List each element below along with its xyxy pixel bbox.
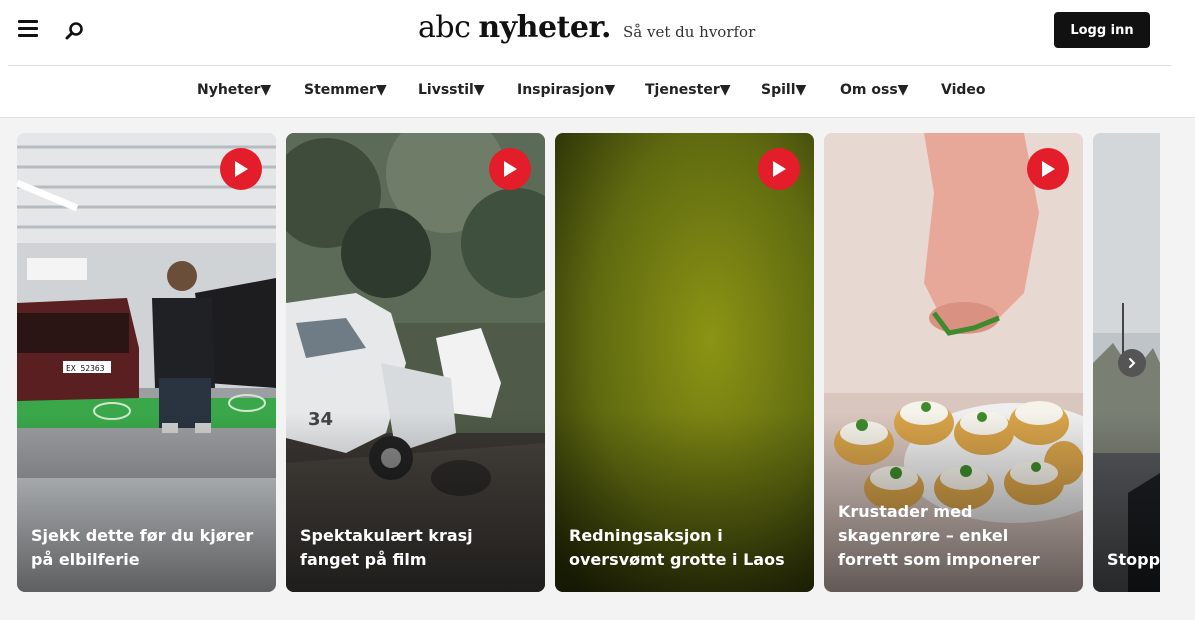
play-icon[interactable] [489,148,531,190]
nav-item-tjenester[interactable]: Tjenester▼ [645,82,731,98]
nav-item-video[interactable]: Video [941,82,986,98]
video-title: Spektakulært krasj fanget på film [300,526,473,569]
search-icon[interactable] [63,19,87,43]
video-card[interactable]: 34 Spektakulært krasj fanget på film [286,133,545,592]
site-logo[interactable]: abc nyheter. Så vet du hvorfor [418,10,755,50]
video-title: Redningsaksjon i oversvømt grotte i Laos [569,526,785,569]
video-card[interactable]: Redningsaksjon i oversvømt grotte i Laos [555,133,814,592]
play-icon[interactable] [1027,148,1069,190]
video-title: Sjekk dette før du kjører på elbilferie [31,526,254,569]
nav-item-spill[interactable]: Spill▼ [761,82,806,98]
play-icon[interactable] [220,148,262,190]
video-carousel: EX 52363 Sjekk dette før du kjører på el… [0,119,1195,620]
top-header: abc nyheter. Så vet du hvorfor Logg inn [0,0,1195,66]
play-icon[interactable] [758,148,800,190]
nav-item-nyheter[interactable]: Nyheter▼ [197,82,271,98]
nav-item-livsstil[interactable]: Livsstil▼ [418,82,485,98]
chevron-right-icon [1129,358,1136,368]
nav-item-inspirasjon[interactable]: Inspirasjon▼ [517,82,615,98]
carousel-next-button[interactable] [1118,349,1146,377]
login-button[interactable]: Logg inn [1054,12,1150,48]
video-title: Krustader med skagenrøre – enkel forrett… [838,502,1040,569]
hamburger-menu-icon[interactable] [18,20,40,40]
video-card[interactable]: Krustader med skagenrøre – enkel forrett… [824,133,1083,592]
video-card[interactable]: EX 52363 Sjekk dette før du kjører på el… [17,133,276,592]
nav-item-om-oss[interactable]: Om oss▼ [840,82,908,98]
license-plate: EX 52363 [66,364,105,373]
video-title: Stopp [1107,550,1160,569]
logo-abc: abc [418,10,471,45]
nav-item-stemmer[interactable]: Stemmer▼ [304,82,387,98]
logo-nyheter: nyheter. [478,10,611,45]
main-nav: Nyheter▼ Stemmer▼ Livsstil▼ Inspirasjon▼… [0,66,1195,118]
site-tagline: Så vet du hvorfor [623,23,756,41]
